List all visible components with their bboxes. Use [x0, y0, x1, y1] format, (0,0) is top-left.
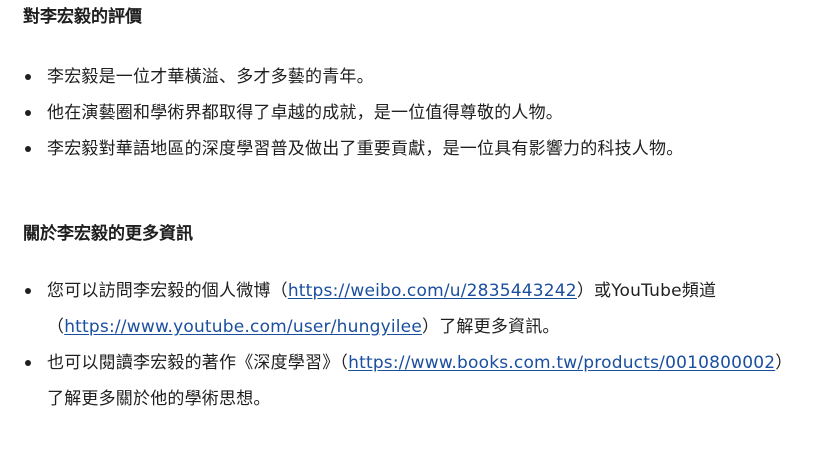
list-item: 他在演藝圈和學術界都取得了卓越的成就，是一位值得尊敬的人物。: [23, 95, 806, 131]
bullet-icon: [25, 146, 31, 152]
list-item-text: 李宏毅是一位才華橫溢、多才多藝的青年。: [47, 67, 374, 87]
bullet-icon: [25, 74, 31, 80]
list-item-text-prefix: 也可以閱讀李宏毅的著作《深度學習》（: [47, 353, 349, 373]
books-link[interactable]: https://www.books.com.tw/products/001080…: [348, 353, 775, 373]
bullet-icon: [25, 360, 31, 366]
section-heading-evaluation: 對李宏毅的評價: [23, 7, 142, 27]
list-item: 您可以訪問李宏毅的個人微博（https://weibo.com/u/283544…: [23, 273, 806, 345]
youtube-link[interactable]: https://www.youtube.com/user/hungyilee: [64, 317, 422, 337]
more-info-list: 您可以訪問李宏毅的個人微博（https://weibo.com/u/283544…: [23, 273, 806, 417]
list-item: 李宏毅是一位才華橫溢、多才多藝的青年。: [23, 59, 806, 95]
bullet-icon: [25, 110, 31, 116]
list-item-text: 李宏毅對華語地區的深度學習普及做出了重要貢獻，是一位具有影響力的科技人物。: [47, 139, 684, 159]
list-item-text: 他在演藝圈和學術界都取得了卓越的成就，是一位值得尊敬的人物。: [47, 103, 563, 123]
list-item-text-suffix: ）了解更多資訊。: [422, 317, 560, 337]
section-heading-more-info: 關於李宏毅的更多資訊: [23, 224, 193, 244]
list-item: 李宏毅對華語地區的深度學習普及做出了重要貢獻，是一位具有影響力的科技人物。: [23, 131, 806, 167]
response-content: 對李宏毅的評價 李宏毅是一位才華橫溢、多才多藝的青年。 他在演藝圈和學術界都取得…: [0, 0, 820, 461]
bullet-icon: [25, 288, 31, 294]
list-item: 也可以閱讀李宏毅的著作《深度學習》（https://www.books.com.…: [23, 345, 806, 417]
evaluation-list: 李宏毅是一位才華橫溢、多才多藝的青年。 他在演藝圈和學術界都取得了卓越的成就，是…: [23, 59, 806, 167]
list-item-text-prefix: 您可以訪問李宏毅的個人微博（: [47, 281, 288, 301]
weibo-link[interactable]: https://weibo.com/u/2835443242: [288, 281, 577, 301]
